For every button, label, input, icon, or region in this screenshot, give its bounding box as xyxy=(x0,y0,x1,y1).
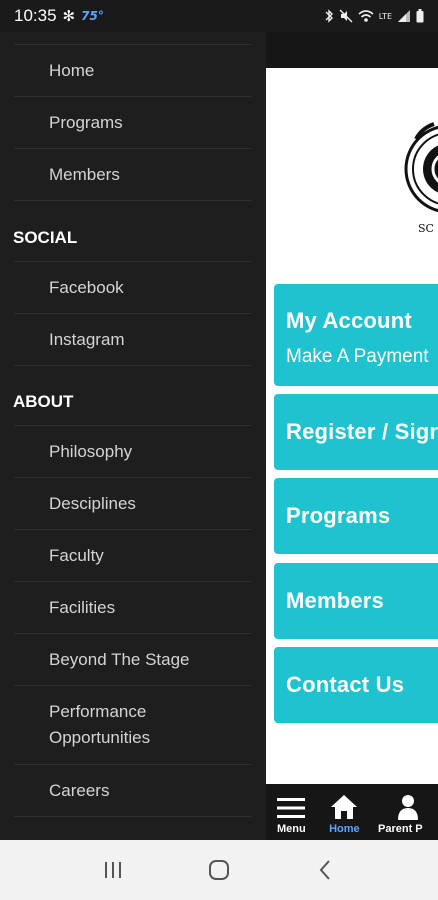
logo-text: SC xyxy=(418,222,434,235)
hamburger-icon xyxy=(277,798,306,818)
status-left: 10:35 ✻ 75° xyxy=(14,6,104,26)
drawer-item-programs[interactable]: Programs xyxy=(14,97,252,149)
school-logo-icon: SC xyxy=(404,122,438,235)
signal-icon xyxy=(398,10,410,22)
app-header xyxy=(266,32,438,68)
drawer-item-members[interactable]: Members xyxy=(14,149,252,201)
drawer-item-facebook[interactable]: Facebook xyxy=(14,262,252,314)
navigation-drawer: Home Programs Members SOCIAL Facebook In… xyxy=(0,32,266,840)
drawer-item-home[interactable]: Home xyxy=(14,45,252,97)
system-nav-bar xyxy=(0,840,438,900)
fan-icon: ✻ xyxy=(62,7,76,25)
battery-icon xyxy=(416,9,424,23)
drawer-item-faculty[interactable]: Faculty xyxy=(14,530,252,582)
recent-apps-icon xyxy=(105,862,121,878)
members-card[interactable]: Members xyxy=(274,563,438,639)
temperature-text: 75° xyxy=(81,9,104,23)
my-account-title: My Account xyxy=(286,308,412,333)
bluetooth-icon xyxy=(325,9,333,23)
home-icon xyxy=(331,795,358,819)
home-system-button[interactable] xyxy=(199,850,239,890)
drawer-item-instagram[interactable]: Instagram xyxy=(14,314,252,366)
drawer-item-facilities[interactable]: Facilities xyxy=(14,582,252,634)
mute-icon xyxy=(339,9,353,23)
drawer-item-beyond-the-stage[interactable]: Beyond The Stage xyxy=(14,634,252,686)
status-icons: LTE xyxy=(324,9,424,23)
lte-label: LTE xyxy=(378,11,392,21)
nav-home[interactable]: Home xyxy=(317,784,372,840)
home-circle-icon xyxy=(209,860,229,880)
members-title: Members xyxy=(286,588,384,613)
nav-menu[interactable]: Menu xyxy=(266,784,317,840)
register-title: Register / Sign xyxy=(286,419,438,444)
drawer-item-desciplines[interactable]: Desciplines xyxy=(14,478,252,530)
drawer-item-performance-opportunities[interactable]: Performance Opportunities xyxy=(14,686,252,765)
status-time: 10:35 xyxy=(14,6,57,25)
nav-home-label: Home xyxy=(329,823,360,835)
programs-title: Programs xyxy=(286,503,391,528)
contact-us-title: Contact Us xyxy=(286,672,405,697)
nav-parent-portal[interactable]: Parent P xyxy=(372,784,438,840)
programs-card[interactable]: Programs xyxy=(274,478,438,554)
make-payment-link[interactable]: Make A Payment xyxy=(286,346,438,368)
nav-parent-label: Parent P xyxy=(378,823,423,835)
recent-apps-button[interactable] xyxy=(93,850,133,890)
register-sign-card[interactable]: Register / Sign xyxy=(274,394,438,470)
section-title-about: ABOUT xyxy=(13,392,74,411)
section-title-social: SOCIAL xyxy=(13,228,78,247)
drawer-item-careers[interactable]: Careers xyxy=(14,765,252,817)
wifi-icon xyxy=(358,10,374,22)
back-button[interactable] xyxy=(305,850,345,890)
nav-menu-label: Menu xyxy=(276,823,306,835)
bottom-nav: Menu Home Parent P xyxy=(266,784,438,840)
drawer-item-philosophy[interactable]: Philosophy xyxy=(14,426,252,478)
back-chevron-icon xyxy=(319,860,330,880)
person-icon xyxy=(398,795,418,820)
contact-us-card[interactable]: Contact Us xyxy=(274,647,438,723)
main-content: SC My Account Make A Payment Register / … xyxy=(266,32,438,840)
status-bar: 10:35 ✻ 75° LTE xyxy=(0,0,438,32)
my-account-card[interactable]: My Account Make A Payment xyxy=(274,284,438,386)
